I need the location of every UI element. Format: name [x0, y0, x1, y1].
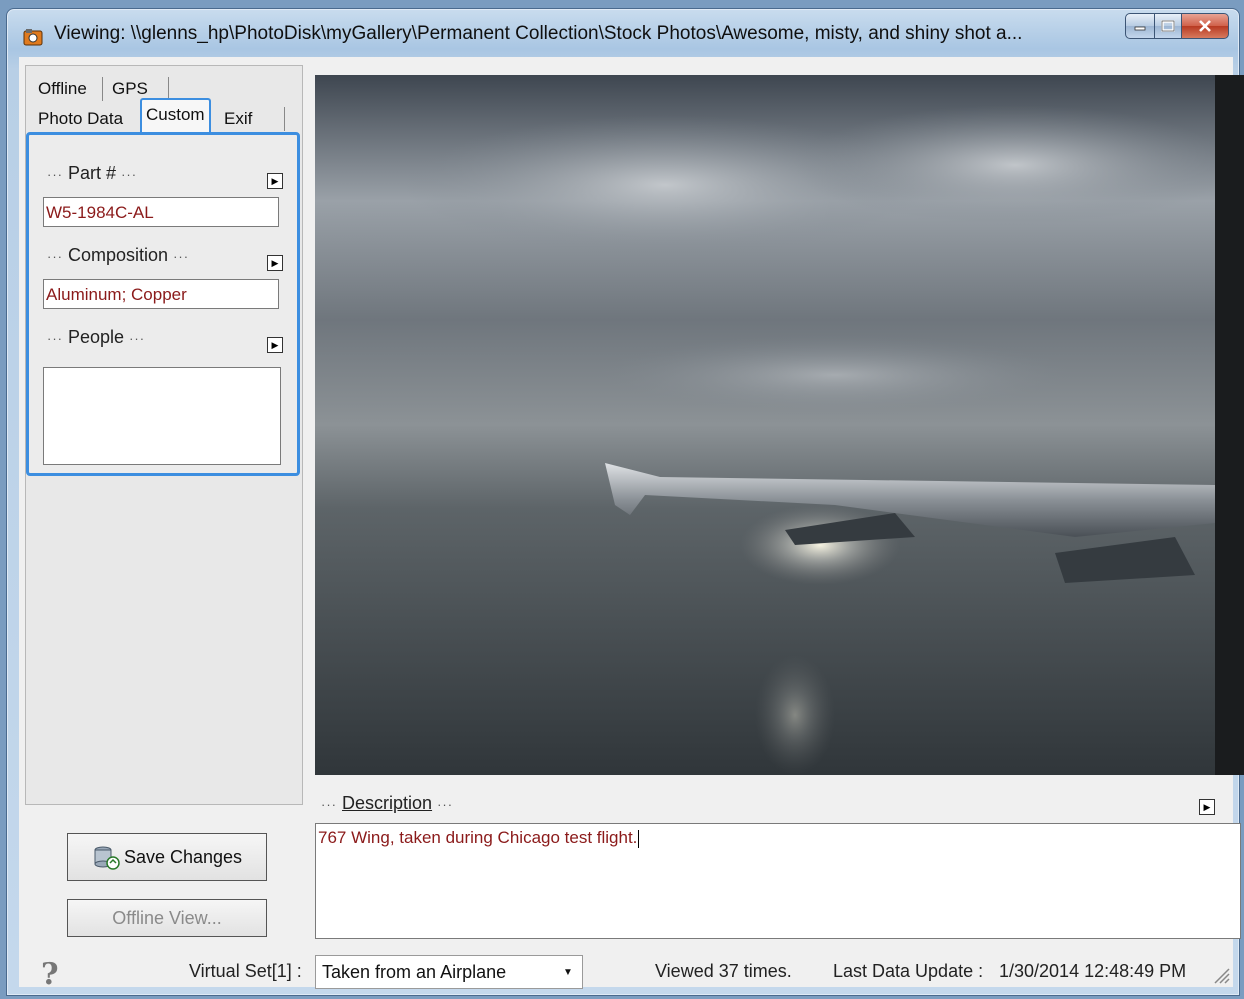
- maximize-button[interactable]: [1155, 13, 1182, 39]
- tab-custom[interactable]: Custom: [140, 98, 211, 134]
- last-update-value: 1/30/2014 12:48:49 PM: [999, 961, 1187, 981]
- caption-buttons: [1125, 13, 1229, 39]
- composition-label-text: Composition: [68, 245, 169, 265]
- tab-photo-data[interactable]: Photo Data: [34, 106, 127, 132]
- virtual-set-dropdown[interactable]: Taken from an Airplane ▼: [315, 955, 583, 989]
- save-changes-label: Save Changes: [123, 846, 243, 867]
- label-dots: ···: [47, 249, 63, 264]
- people-label: ··· People ···: [47, 327, 145, 348]
- save-database-icon: [94, 846, 120, 870]
- description-expand-button[interactable]: ▶: [1199, 799, 1215, 815]
- view-count: Viewed 37 times.: [655, 961, 792, 981]
- close-icon: [1199, 20, 1211, 32]
- text-caret: [638, 829, 640, 848]
- virtual-set-label: Virtual Set[1] :: [189, 961, 302, 981]
- description-label: ··· Description ···: [321, 793, 453, 814]
- part-number-label: ··· Part # ···: [47, 163, 137, 184]
- close-button[interactable]: [1182, 13, 1229, 39]
- play-arrow-icon: ▶: [271, 258, 279, 268]
- tab-exif[interactable]: Exif: [220, 106, 256, 132]
- description-text: 767 Wing, taken during Chicago test flig…: [318, 828, 638, 847]
- part-number-label-text: Part #: [68, 163, 117, 183]
- part-number-expand-button[interactable]: ▶: [267, 173, 283, 189]
- airplane-wing-photo: [315, 75, 1244, 775]
- client-area: Offline GPS Photo Data Custom Exif ··· P…: [19, 57, 1244, 992]
- photo-viewer[interactable]: [315, 75, 1244, 775]
- play-arrow-icon: ▶: [271, 176, 279, 186]
- label-dots: ···: [47, 167, 63, 182]
- main-window: Viewing: \\glenns_hp\PhotoDisk\myGallery…: [6, 8, 1244, 996]
- dropdown-arrow-icon[interactable]: ▼: [555, 957, 581, 987]
- camera-app-icon[interactable]: [23, 27, 43, 47]
- label-dots: ···: [321, 797, 337, 812]
- minimize-icon: [1134, 26, 1146, 31]
- composition-field[interactable]: Aluminum; Copper: [43, 279, 279, 309]
- label-dots: ···: [129, 331, 146, 346]
- composition-expand-button[interactable]: ▶: [267, 255, 283, 271]
- custom-tab-page: ··· Part # ··· ▶ W5-1984C-AL ··· Composi…: [26, 132, 300, 476]
- label-dots: ···: [121, 167, 138, 182]
- window-title: Viewing: \\glenns_hp\PhotoDisk\myGallery…: [54, 23, 1023, 44]
- description-field[interactable]: 767 Wing, taken during Chicago test flig…: [315, 823, 1241, 939]
- part-number-field[interactable]: W5-1984C-AL: [43, 197, 279, 227]
- play-arrow-icon: ▶: [1203, 802, 1211, 812]
- people-expand-button[interactable]: ▶: [267, 337, 283, 353]
- virtual-set-value: Taken from an Airplane: [322, 962, 507, 982]
- people-label-text: People: [68, 327, 125, 347]
- offline-view-button[interactable]: Offline View...: [67, 899, 267, 937]
- tab-separator: [102, 77, 103, 101]
- maximize-icon: [1161, 20, 1175, 32]
- last-update-label: Last Data Update :: [833, 961, 984, 981]
- play-arrow-icon: ▶: [271, 340, 279, 350]
- minimize-button[interactable]: [1125, 13, 1155, 39]
- composition-label: ··· Composition ···: [47, 245, 189, 266]
- label-dots: ···: [47, 331, 63, 346]
- label-dots: ···: [437, 797, 454, 812]
- properties-panel: Offline GPS Photo Data Custom Exif ··· P…: [25, 65, 303, 805]
- tab-offline[interactable]: Offline: [34, 76, 91, 102]
- resize-grip-icon[interactable]: [1209, 963, 1231, 985]
- help-icon[interactable]: ?: [41, 957, 59, 992]
- people-field[interactable]: [43, 367, 281, 465]
- label-dots: ···: [173, 249, 190, 264]
- save-changes-button[interactable]: Save Changes: [67, 833, 267, 881]
- title-bar[interactable]: Viewing: \\glenns_hp\PhotoDisk\myGallery…: [7, 9, 1239, 57]
- description-label-text: Description: [342, 793, 433, 813]
- tab-separator: [284, 107, 285, 131]
